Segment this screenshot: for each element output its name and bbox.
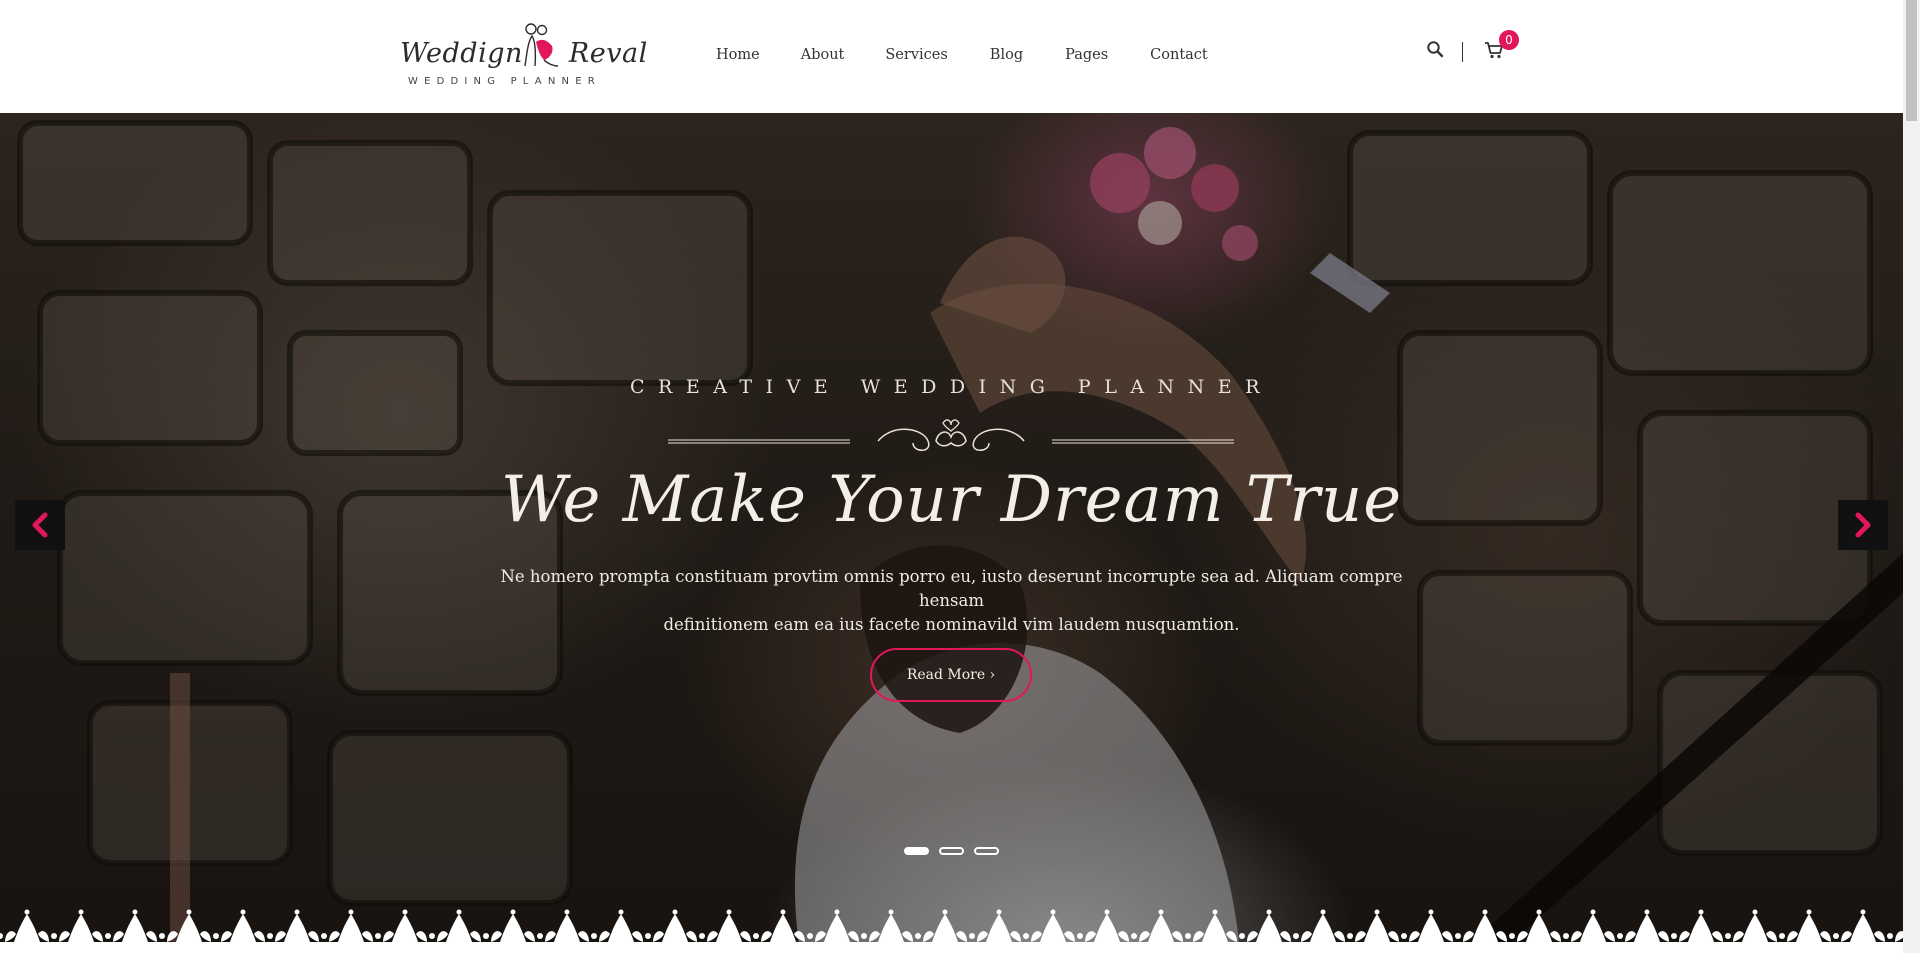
chevron-right-icon [1855,512,1871,538]
slider-prev-button[interactable] [15,500,65,550]
slider-dot-1[interactable] [904,847,929,855]
lace-border-decoration [0,908,1903,953]
nav-item-contact[interactable]: Contact [1150,47,1208,63]
page-scrollbar[interactable] [1903,0,1920,953]
brand-name-right: Reval [568,38,648,69]
slider-dot-3[interactable] [974,847,999,855]
nav-item-services[interactable]: Services [885,47,947,63]
brand-logo[interactable]: Weddign Reval WEDDING PLANNER [400,22,647,90]
ornament-divider [668,419,1234,451]
slider-pagination [904,847,999,855]
hero-intro-line-2: definitionem eam ea ius facete nominavil… [663,615,1240,634]
nav-item-home[interactable]: Home [716,47,760,63]
hero-intro-text: Ne homero prompta constituam provtim omn… [500,565,1403,637]
slider-dot-2[interactable] [939,847,964,855]
hero-intro-line-1: Ne homero prompta constituam provtim omn… [500,567,1403,610]
chevron-left-icon [32,512,48,538]
site-header: Weddign Reval WEDDING PLANNER Home About … [0,0,1903,113]
header-divider [1462,42,1463,62]
cart-count-badge: 0 [1499,30,1519,50]
hero-headline: We Make Your Dream True [500,463,1403,537]
hero-kicker: CREATIVE WEDDING PLANNER [630,376,1273,398]
read-more-button[interactable]: Read More › [870,648,1032,702]
hero-slider: CREATIVE WEDDING PLANNER We Make Your Dr… [0,113,1903,953]
nav-item-pages[interactable]: Pages [1065,47,1108,63]
search-icon[interactable] [1426,40,1444,58]
scrollbar-thumb[interactable] [1906,0,1917,121]
brand-name-left: Weddign [400,38,523,69]
brand-tagline: WEDDING PLANNER [408,76,601,87]
main-nav: Home About Services Blog Pages Contact [716,47,1208,63]
nav-item-about[interactable]: About [801,47,845,63]
slider-next-button[interactable] [1838,500,1888,550]
couple-icon [524,23,559,67]
nav-item-blog[interactable]: Blog [990,47,1023,63]
